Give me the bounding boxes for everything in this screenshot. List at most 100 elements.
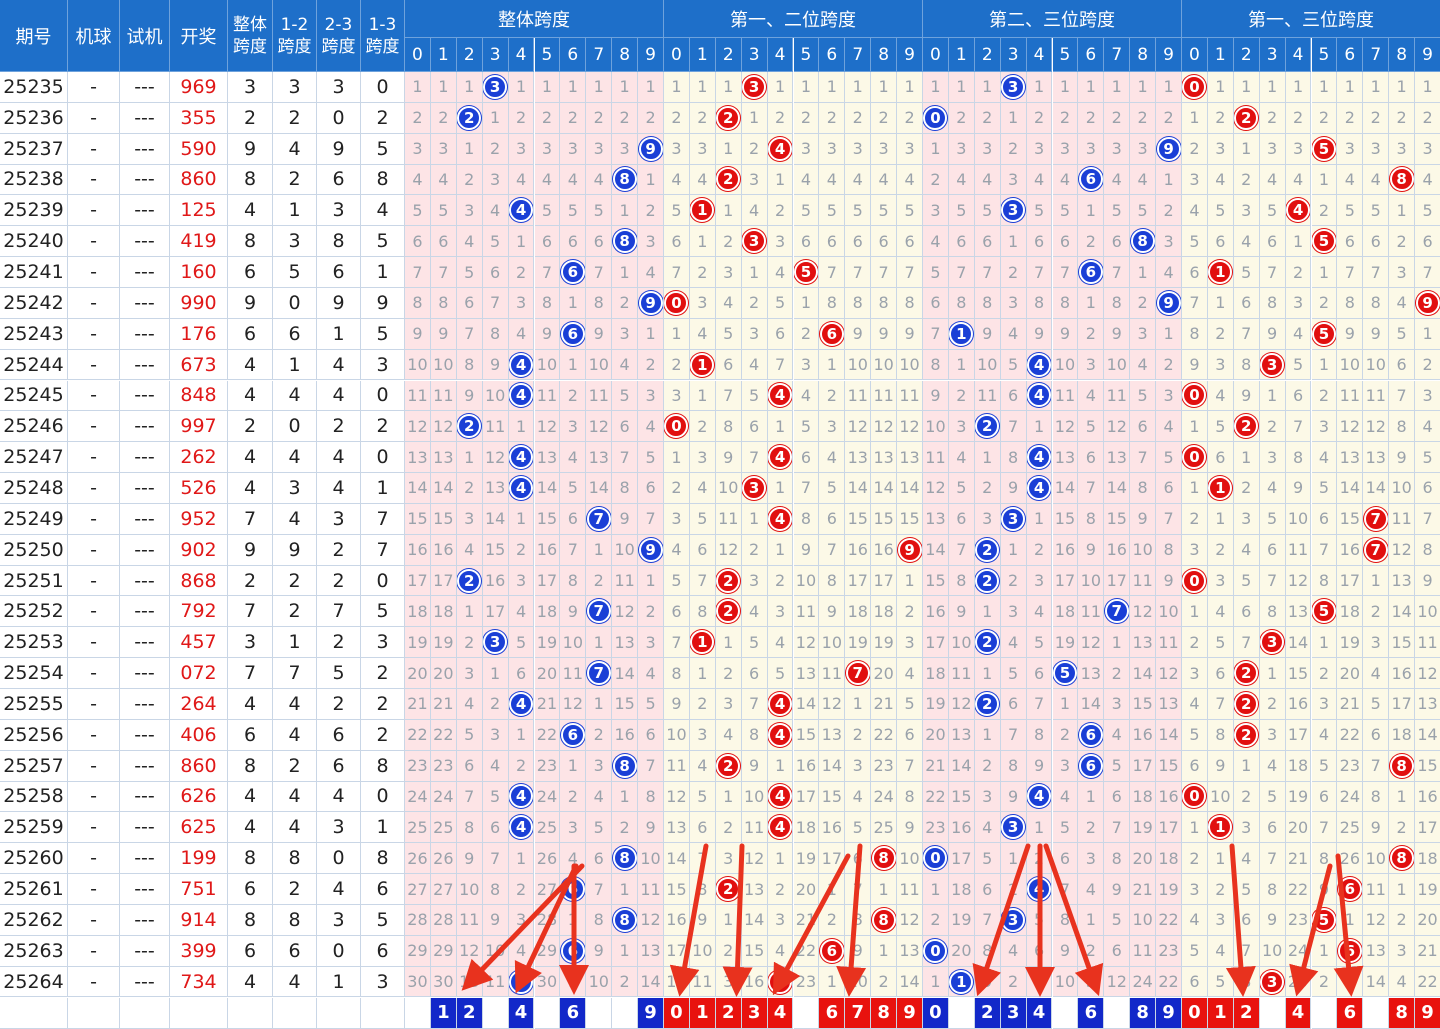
miss-count: 3 [1415,133,1440,165]
miss-value: 4 [1085,385,1096,405]
miss-count: 9 [974,966,1001,998]
row-s2: 1 [317,318,361,350]
miss-count: 3 [534,133,561,165]
miss-count: 5 [664,195,690,227]
miss-count: 1 [715,72,742,103]
miss-count: 5 [1311,750,1338,782]
miss-count: 3 [1182,658,1208,689]
miss-value: 1 [826,77,837,97]
miss-value: 10 [821,632,843,652]
miss-value: 8 [1292,447,1304,467]
miss-count: 1 [793,72,820,103]
miss-count: 5 [482,226,509,258]
miss-value: 7 [878,262,889,282]
miss-count: 12 [715,534,742,566]
miss-count: 4 [1182,904,1208,936]
miss-count: 5 [1078,411,1105,443]
header-span-text: 1-2 [280,14,309,35]
miss-value: 2 [1163,355,1174,375]
miss-count: 3 [1052,750,1079,782]
row-period: 25236 [0,102,68,134]
hit-ball: 9 [638,287,664,319]
miss-count: 8 [1156,534,1182,566]
miss-count: 26 [1337,843,1364,875]
miss-count: 3 [508,133,535,165]
miss-value: 5 [1344,200,1355,220]
row-trial: --- [120,287,170,319]
miss-value: 7 [1318,540,1330,560]
miss-count: 1 [638,72,664,103]
miss-count: 3 [508,565,535,597]
miss-count: 8 [586,904,613,936]
miss-value: 3 [697,447,708,467]
miss-value: 4 [1318,447,1330,467]
miss-value: 9 [619,509,630,529]
miss-count: 3 [1259,442,1286,474]
miss-value: 17 [1339,571,1361,591]
row-s1: 2 [273,102,317,134]
miss-value: 9 [723,447,734,467]
miss-value: 5 [567,200,578,220]
miss-count: 1 [689,226,716,258]
miss-value: 27 [407,879,428,899]
miss-value: 1 [1085,910,1096,930]
miss-value: 3 [723,972,734,992]
row-period: 25250 [0,534,68,566]
miss-count: 6 [1052,843,1079,875]
row-s3: 1 [361,257,405,288]
miss-value: 22 [1287,879,1309,899]
miss-value: 15 [925,571,946,591]
miss-value: 6 [982,231,993,251]
row-period: 25237 [0,133,68,165]
miss-value: 1 [930,139,941,159]
miss-value: 16 [847,540,868,560]
miss-value: 1 [438,77,449,97]
miss-count: 6 [974,874,1001,905]
miss-value: 1 [645,77,656,97]
miss-value: 3 [774,601,786,621]
miss-count: 7 [741,442,768,474]
miss-count: 9 [819,596,846,628]
miss-count: 4 [767,627,794,659]
row-machine: - [68,411,120,443]
miss-count: 29 [430,935,457,967]
summary-digit: 6 [1078,997,1105,1029]
miss-value: 6 [723,355,734,375]
miss-value: 14 [951,756,972,776]
miss-count: 14 [430,473,457,504]
miss-count: 10 [1130,904,1157,936]
red-ball-icon: 2 [1234,691,1259,716]
digit-header: 5 [1311,38,1338,72]
miss-value: 12 [1391,540,1412,560]
row-s0: 4 [228,195,273,227]
miss-value: 8 [1318,848,1330,868]
miss-count: 8 [715,411,742,443]
miss-count: 3 [974,503,1001,535]
digit-header: 6 [1078,38,1105,72]
miss-count: 19 [1052,627,1079,659]
miss-value: 1 [723,910,734,930]
miss-count: 9 [586,318,613,350]
row-period: 25244 [0,349,68,381]
blue-ball-icon: 3 [1001,907,1026,932]
miss-count: 5 [1104,750,1131,782]
miss-count: 2 [767,102,794,134]
miss-value: 7 [619,447,630,467]
miss-value: 10 [1210,786,1231,806]
miss-value: 10 [899,848,920,868]
miss-value: 2 [826,910,837,930]
miss-value: 2 [1344,108,1355,128]
miss-value: 3 [619,324,630,344]
miss-count: 1 [1285,72,1312,103]
hit-ball: 4 [508,349,535,381]
summary-digit: 3 [1000,997,1027,1029]
miss-value: 5 [412,200,423,220]
miss-value: 3 [956,416,967,436]
row-s2: 4 [317,874,361,905]
miss-count: 27 [405,874,431,905]
miss-value: 14 [821,756,843,776]
miss-count: 13 [482,473,509,504]
row-s3: 9 [361,287,405,319]
red-ball-icon: 3 [1260,969,1285,994]
miss-count: 9 [1363,812,1390,844]
